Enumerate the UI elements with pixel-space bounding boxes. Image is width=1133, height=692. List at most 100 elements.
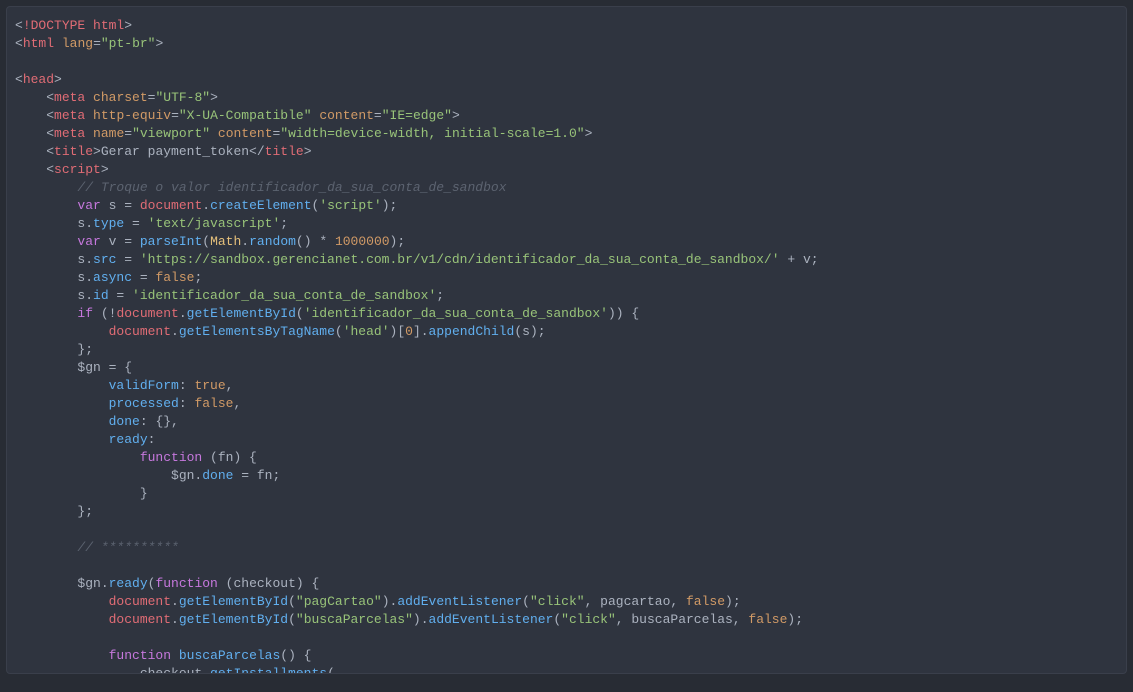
code-token: , buscaParcelas, xyxy=(616,612,749,627)
code-token xyxy=(15,648,109,663)
code-token xyxy=(15,432,109,447)
code-token: ( xyxy=(335,324,343,339)
code-token: content xyxy=(218,126,273,141)
code-token: script xyxy=(54,162,101,177)
code-line: processed: false, xyxy=(15,395,1118,413)
code-line xyxy=(15,53,1118,71)
code-token: ); xyxy=(787,612,803,627)
code-token: async xyxy=(93,270,132,285)
code-token: >Gerar payment_token</ xyxy=(93,144,265,159)
code-token: (fn) { xyxy=(202,450,257,465)
code-token: true xyxy=(194,378,225,393)
code-token: < xyxy=(15,108,54,123)
code-line: checkout.getInstallments( xyxy=(15,665,1118,674)
code-token xyxy=(85,90,93,105)
code-token: false xyxy=(748,612,787,627)
code-token: src xyxy=(93,252,116,267)
code-line: } xyxy=(15,485,1118,503)
code-token: . xyxy=(171,612,179,627)
code-token: meta xyxy=(54,108,85,123)
code-token: "X-UA-Compatible" xyxy=(179,108,312,123)
code-line: document.getElementsByTagName('head')[0]… xyxy=(15,323,1118,341)
code-token: = xyxy=(132,270,155,285)
code-line: <head> xyxy=(15,71,1118,89)
code-line: function (fn) { xyxy=(15,449,1118,467)
code-token: )) { xyxy=(608,306,639,321)
code-token: ). xyxy=(382,594,398,609)
code-token: getElementById xyxy=(179,594,288,609)
code-token: addEventListener xyxy=(397,594,522,609)
code-token: ( xyxy=(522,594,530,609)
code-token: !DOCTYPE html xyxy=(23,18,124,33)
code-token: html xyxy=(23,36,54,51)
code-token: , xyxy=(233,396,241,411)
code-token: // Troque o valor identificador_da_sua_c… xyxy=(77,180,506,195)
code-token: > xyxy=(54,72,62,87)
code-line: <meta http-equiv="X-UA-Compatible" conte… xyxy=(15,107,1118,125)
code-token: < xyxy=(15,162,54,177)
code-token: content xyxy=(319,108,374,123)
code-token: lang xyxy=(62,36,93,51)
code-token: ( xyxy=(288,612,296,627)
code-token: getElementById xyxy=(179,612,288,627)
code-token: ); xyxy=(390,234,406,249)
code-token: "click" xyxy=(561,612,616,627)
code-token: = xyxy=(124,126,132,141)
code-token: : xyxy=(179,396,195,411)
code-token: . xyxy=(171,324,179,339)
code-token: addEventListener xyxy=(429,612,554,627)
code-token: "IE=edge" xyxy=(382,108,452,123)
code-token xyxy=(15,234,77,249)
code-token: createElement xyxy=(210,198,311,213)
code-token xyxy=(15,594,109,609)
code-token: charset xyxy=(93,90,148,105)
code-token: "click" xyxy=(530,594,585,609)
code-token: id xyxy=(93,288,109,303)
code-line: <meta charset="UTF-8"> xyxy=(15,89,1118,107)
code-token: v = xyxy=(101,234,140,249)
code-token: ; xyxy=(194,270,202,285)
code-line: s.id = 'identificador_da_sua_conta_de_sa… xyxy=(15,287,1118,305)
code-line xyxy=(15,557,1118,575)
code-line: var v = parseInt(Math.random() * 1000000… xyxy=(15,233,1118,251)
code-token: function xyxy=(140,450,202,465)
code-token: validForm xyxy=(109,378,179,393)
code-token: : xyxy=(179,378,195,393)
code-token: = fn; xyxy=(233,468,280,483)
code-line: ready: xyxy=(15,431,1118,449)
code-token: parseInt xyxy=(140,234,202,249)
code-token: < xyxy=(15,72,23,87)
code-line: var s = document.createElement('script')… xyxy=(15,197,1118,215)
code-token: , pagcartao, xyxy=(585,594,686,609)
code-token xyxy=(210,126,218,141)
code-token xyxy=(171,648,179,663)
code-token: done xyxy=(109,414,140,429)
code-token: < xyxy=(15,18,23,33)
code-token: checkout. xyxy=(15,666,210,674)
code-token: + v; xyxy=(780,252,819,267)
code-token: () { xyxy=(280,648,311,663)
code-line: function buscaParcelas() { xyxy=(15,647,1118,665)
code-token: s = xyxy=(101,198,140,213)
code-line: }; xyxy=(15,503,1118,521)
code-token: s. xyxy=(15,288,93,303)
code-token: 'identificador_da_sua_conta_de_sandbox' xyxy=(132,288,436,303)
code-token xyxy=(85,108,93,123)
code-token: function xyxy=(155,576,217,591)
code-line: done: {}, xyxy=(15,413,1118,431)
code-token: = xyxy=(374,108,382,123)
code-token: "viewport" xyxy=(132,126,210,141)
code-token: document xyxy=(116,306,178,321)
code-token: . xyxy=(171,594,179,609)
code-line xyxy=(15,629,1118,647)
code-token: ( xyxy=(553,612,561,627)
code-token: "pagCartao" xyxy=(296,594,382,609)
code-editor[interactable]: <!DOCTYPE html><html lang="pt-br"><head>… xyxy=(6,6,1127,674)
code-line: $gn = { xyxy=(15,359,1118,377)
code-token: 'head' xyxy=(343,324,390,339)
code-token: . xyxy=(179,306,187,321)
code-token: "pt-br" xyxy=(101,36,156,51)
code-token: = xyxy=(116,252,139,267)
code-token xyxy=(15,612,109,627)
code-token: 'identificador_da_sua_conta_de_sandbox' xyxy=(304,306,608,321)
